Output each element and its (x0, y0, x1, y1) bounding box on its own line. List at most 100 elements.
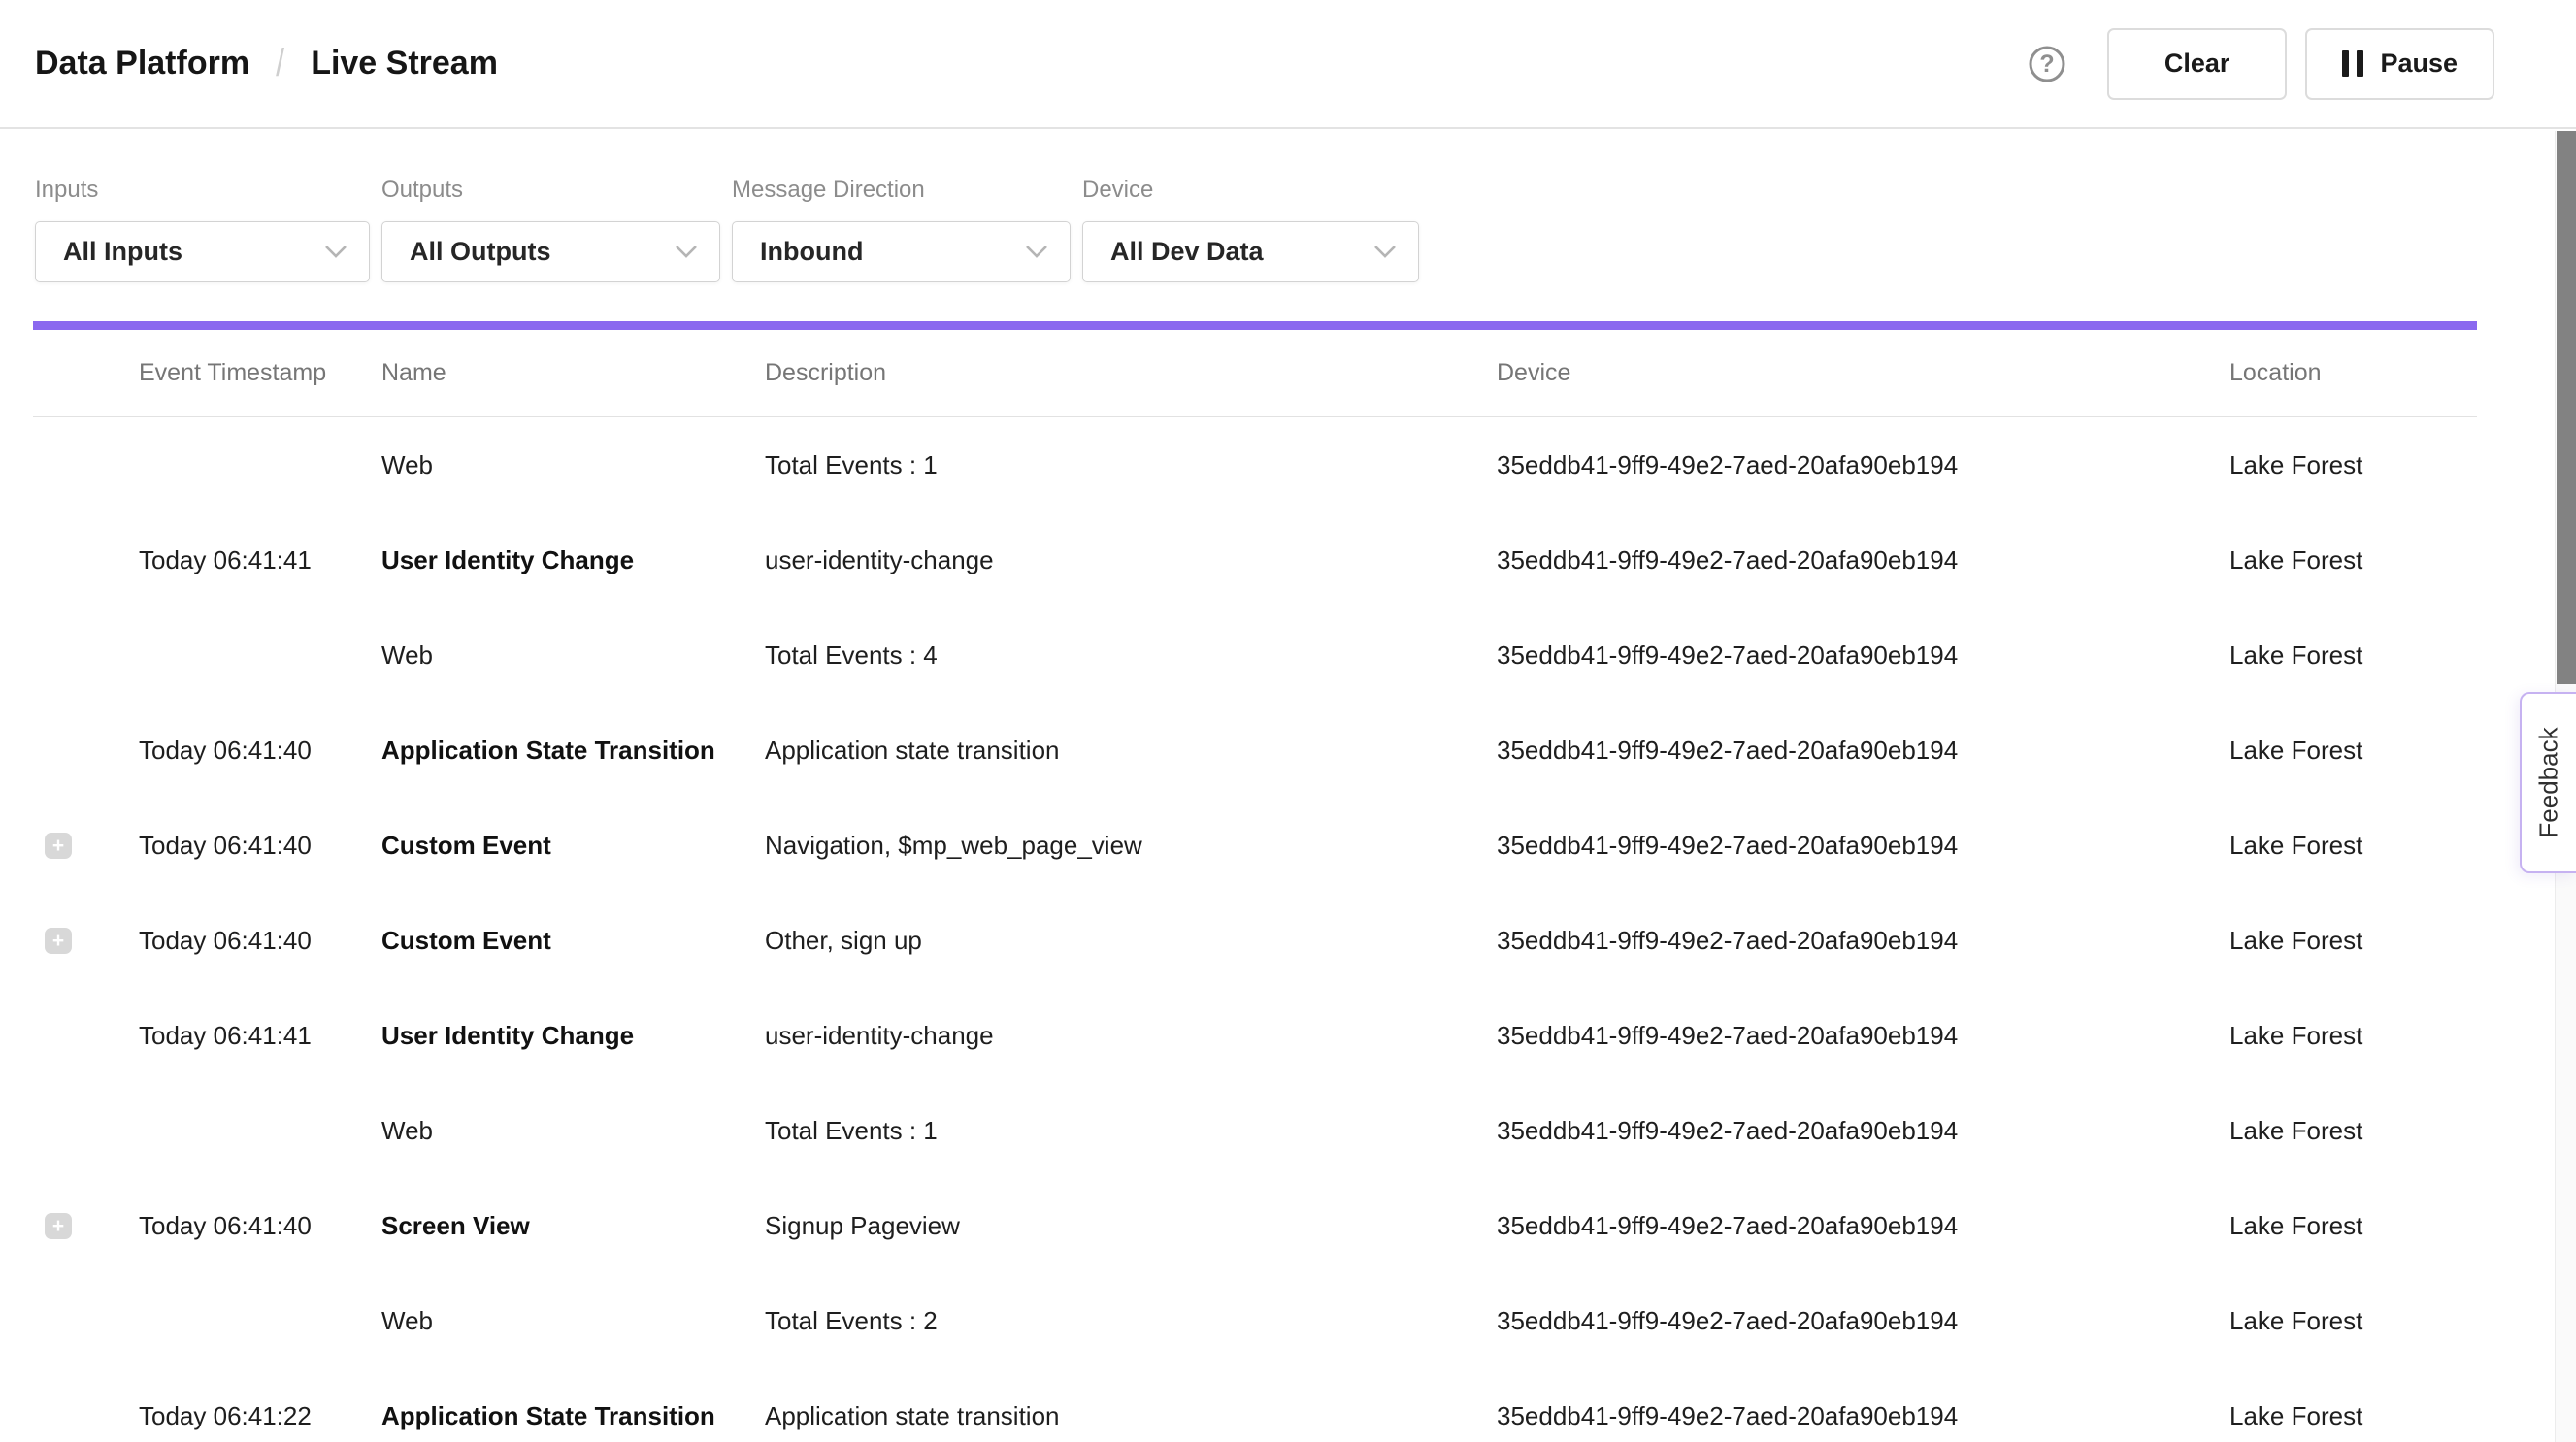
table-row[interactable]: + Today 06:41:41 User Identity Change us… (33, 512, 2477, 607)
cell-expand: + (33, 737, 139, 764)
cell-description: Other, sign up (765, 926, 1497, 956)
table-row[interactable]: + Web Total Events : 4 35eddb41-9ff9-49e… (33, 607, 2477, 703)
cell-description: user-identity-change (765, 1021, 1497, 1051)
expand-button[interactable]: + (45, 1213, 72, 1239)
cell-location: Lake Forest (2229, 1116, 2477, 1146)
table-row[interactable]: + Today 06:41:40 Screen View Signup Page… (33, 1178, 2477, 1273)
cell-expand: + (33, 833, 139, 859)
clear-button[interactable]: Clear (2107, 28, 2288, 100)
cell-name: Web (381, 1306, 765, 1336)
pause-button[interactable]: Pause (2305, 28, 2494, 100)
chevron-down-icon (675, 245, 698, 259)
cell-name: Web (381, 450, 765, 480)
cell-location: Lake Forest (2229, 926, 2477, 956)
clear-button-label: Clear (2164, 49, 2230, 79)
filter-message-direction: Message Direction Inbound (732, 177, 1071, 282)
column-header-name: Name (381, 359, 765, 387)
filter-inputs: Inputs All Inputs (35, 177, 370, 282)
cell-expand: + (33, 928, 139, 954)
cell-location: Lake Forest (2229, 1306, 2477, 1336)
cell-name: Screen View (381, 1211, 765, 1241)
cell-name: Web (381, 1116, 765, 1146)
cell-location: Lake Forest (2229, 1021, 2477, 1051)
cell-location: Lake Forest (2229, 640, 2477, 671)
filter-message-direction-label: Message Direction (732, 177, 1071, 204)
cell-expand: + (33, 1213, 139, 1239)
scrollbar-thumb[interactable] (2557, 131, 2576, 684)
cell-description: Total Events : 2 (765, 1306, 1497, 1336)
inputs-dropdown-value: All Inputs (63, 237, 324, 267)
table-row[interactable]: + Today 06:41:22 Application State Trans… (33, 1368, 2477, 1442)
cell-description: Application state transition (765, 736, 1497, 766)
cell-event-timestamp: Today 06:41:40 (139, 1211, 381, 1241)
feedback-tab[interactable]: Feedback (2520, 692, 2576, 873)
header-actions: ? Clear Pause (2026, 28, 2494, 100)
cell-device: 35eddb41-9ff9-49e2-7aed-20afa90eb194 (1497, 1306, 2229, 1336)
cell-description: Total Events : 4 (765, 640, 1497, 671)
filter-bar: Inputs All Inputs Outputs All Outputs Me… (0, 129, 2576, 282)
column-header-device: Device (1497, 359, 2229, 387)
cell-location: Lake Forest (2229, 450, 2477, 480)
svg-text:?: ? (2039, 50, 2054, 78)
cell-event-timestamp: Today 06:41:41 (139, 545, 381, 575)
cell-description: user-identity-change (765, 545, 1497, 575)
filter-device: Device All Dev Data (1082, 177, 1419, 282)
cell-name: Custom Event (381, 831, 765, 861)
cell-name: User Identity Change (381, 545, 765, 575)
cell-device: 35eddb41-9ff9-49e2-7aed-20afa90eb194 (1497, 736, 2229, 766)
column-header-location: Location (2229, 359, 2477, 387)
message-direction-dropdown[interactable]: Inbound (732, 221, 1071, 282)
cell-expand: + (33, 1118, 139, 1144)
cell-name: User Identity Change (381, 1021, 765, 1051)
cell-device: 35eddb41-9ff9-49e2-7aed-20afa90eb194 (1497, 1116, 2229, 1146)
cell-event-timestamp: Today 06:41:40 (139, 926, 381, 956)
cell-device: 35eddb41-9ff9-49e2-7aed-20afa90eb194 (1497, 450, 2229, 480)
cell-name: Custom Event (381, 926, 765, 956)
device-dropdown[interactable]: All Dev Data (1082, 221, 1419, 282)
expand-button[interactable]: + (45, 928, 72, 954)
table-row[interactable]: + Web Total Events : 2 35eddb41-9ff9-49e… (33, 1273, 2477, 1368)
cell-location: Lake Forest (2229, 831, 2477, 861)
page-header: Data Platform / Live Stream ? Clear Paus… (0, 0, 2576, 129)
chevron-down-icon (1373, 245, 1397, 259)
chevron-down-icon (1025, 245, 1048, 259)
cell-device: 35eddb41-9ff9-49e2-7aed-20afa90eb194 (1497, 1021, 2229, 1051)
help-button[interactable]: ? (2026, 43, 2068, 85)
table-row[interactable]: + Web Total Events : 1 35eddb41-9ff9-49e… (33, 1083, 2477, 1178)
cell-expand: + (33, 642, 139, 669)
table-row[interactable]: + Today 06:41:40 Custom Event Other, sig… (33, 893, 2477, 988)
expand-button[interactable]: + (45, 833, 72, 859)
table-row[interactable]: + Today 06:41:40 Application State Trans… (33, 703, 2477, 798)
table-row[interactable]: + Web Total Events : 1 35eddb41-9ff9-49e… (33, 417, 2477, 512)
cell-device: 35eddb41-9ff9-49e2-7aed-20afa90eb194 (1497, 831, 2229, 861)
cell-device: 35eddb41-9ff9-49e2-7aed-20afa90eb194 (1497, 640, 2229, 671)
cell-expand: + (33, 1023, 139, 1049)
cell-location: Lake Forest (2229, 545, 2477, 575)
outputs-dropdown[interactable]: All Outputs (381, 221, 720, 282)
live-stream-page: Data Platform / Live Stream ? Clear Paus… (0, 0, 2576, 1442)
cell-location: Lake Forest (2229, 1211, 2477, 1241)
table-header: Event Timestamp Name Description Device … (33, 330, 2477, 417)
table-row[interactable]: + Today 06:41:40 Custom Event Navigation… (33, 798, 2477, 893)
cell-expand: + (33, 1403, 139, 1429)
filter-inputs-label: Inputs (35, 177, 370, 204)
breadcrumb: Data Platform / Live Stream (35, 42, 498, 85)
column-header-event-timestamp: Event Timestamp (139, 359, 381, 387)
cell-description: Signup Pageview (765, 1211, 1497, 1241)
inputs-dropdown[interactable]: All Inputs (35, 221, 370, 282)
outputs-dropdown-value: All Outputs (410, 237, 675, 267)
breadcrumb-data-platform[interactable]: Data Platform (35, 45, 249, 82)
cell-name: Web (381, 640, 765, 671)
cell-event-timestamp: Today 06:41:40 (139, 831, 381, 861)
accent-divider (33, 321, 2477, 330)
table-row[interactable]: + Today 06:41:41 User Identity Change us… (33, 988, 2477, 1083)
pause-button-label: Pause (2380, 49, 2458, 79)
column-header-description: Description (765, 359, 1497, 387)
cell-location: Lake Forest (2229, 1401, 2477, 1431)
cell-device: 35eddb41-9ff9-49e2-7aed-20afa90eb194 (1497, 1401, 2229, 1431)
cell-description: Application state transition (765, 1401, 1497, 1431)
device-dropdown-value: All Dev Data (1110, 237, 1373, 267)
breadcrumb-live-stream: Live Stream (311, 45, 498, 82)
cell-name: Application State Transition (381, 736, 765, 766)
pause-icon (2342, 50, 2363, 77)
